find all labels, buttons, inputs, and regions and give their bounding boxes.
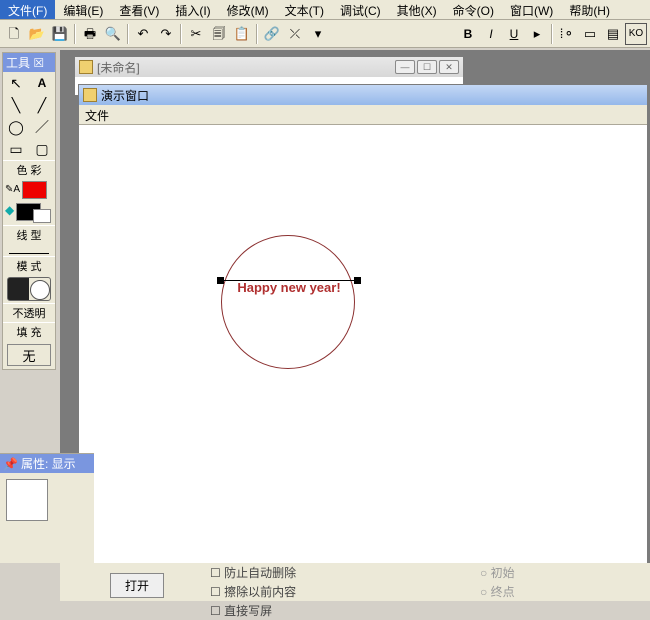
properties-panel: 📌 属性: 显示 [0, 453, 94, 563]
color-section-label: 色 彩 [3, 160, 55, 179]
drawn-circle[interactable] [221, 235, 355, 369]
demo-window-icon [83, 88, 97, 102]
open-file-icon[interactable]: 📂 [26, 23, 48, 45]
line-style-sample[interactable] [9, 246, 49, 254]
underline-icon[interactable]: U [503, 23, 525, 45]
print-preview-icon[interactable]: 🔍 [102, 23, 124, 45]
menu-help[interactable]: 帮助(H) [561, 0, 618, 19]
menu-modify[interactable]: 修改(M) [219, 0, 277, 19]
close-button[interactable]: ✕ [439, 60, 459, 74]
radio-start[interactable]: ○ 初始 [480, 563, 515, 582]
check-erase-before[interactable]: ☐ 擦除以前内容 [210, 582, 296, 601]
menu-insert[interactable]: 插入(I) [167, 0, 218, 19]
roundrect-tool-icon[interactable]: ▢ [29, 138, 55, 160]
menu-other[interactable]: 其他(X) [389, 0, 445, 19]
diag-tool-icon[interactable]: ／ [29, 116, 55, 138]
main-toolbar: 🗋 📂 💾 🖶 🔍 ↶ ↷ ✂ 🗐 📋 🔗 ⤫ ▾ B I U ▸ ⁞⚬ ▭ ▤… [0, 20, 650, 48]
menu-text[interactable]: 文本(T) [277, 0, 332, 19]
check-prevent-autodelete[interactable]: ☐ 防止自动删除 [210, 563, 296, 582]
demo-window-title: 演示窗口 [101, 87, 149, 104]
ellipse-tool-icon[interactable]: ◯ [3, 116, 29, 138]
copy-icon[interactable]: 🗐 [208, 23, 230, 45]
pin-icon[interactable]: 📌 [3, 457, 18, 471]
canvas-text[interactable]: Happy new year! [219, 277, 359, 297]
play-icon[interactable]: ▸ [526, 23, 548, 45]
maximize-button[interactable]: ☐ [417, 60, 437, 74]
bold-icon[interactable]: B [457, 23, 479, 45]
palette-titlebar: 工具 ☒ [3, 53, 55, 72]
demo-window[interactable]: 演示窗口 文件 Happy new year! [78, 84, 648, 584]
menu-edit[interactable]: 编辑(E) [55, 0, 111, 19]
menu-window[interactable]: 窗口(W) [502, 0, 561, 19]
bg-color-swatch2[interactable] [33, 209, 51, 223]
paste-icon[interactable]: 📋 [231, 23, 253, 45]
line2-tool-icon[interactable]: ╱ [29, 94, 55, 116]
menu-view[interactable]: 查看(V) [111, 0, 167, 19]
save-icon[interactable]: 💾 [49, 23, 71, 45]
doc-window-icon [79, 60, 93, 74]
demo-menu-file[interactable]: 文件 [85, 109, 109, 123]
main-menu-bar: 文件(F) 编辑(E) 查看(V) 插入(I) 修改(M) 文本(T) 调试(C… [0, 0, 650, 20]
opacity-mode-icon[interactable] [7, 277, 51, 301]
tool-palette: 工具 ☒ ↖ A ╲ ╱ ◯ ／ ▭ ▢ 色 彩 ✎A ◆ 线 型 模 式 不透… [2, 52, 56, 370]
undo-icon[interactable]: ↶ [132, 23, 154, 45]
bottom-controls: 打开 ☐ 防止自动删除 ☐ 擦除以前内容 ☐ 直接写屏 ○ 初始 ○ 终点 [60, 563, 650, 601]
radio-end[interactable]: ○ 终点 [480, 582, 515, 601]
line-tool-icon[interactable]: ╲ [3, 94, 29, 116]
doc-window-title: [未命名] [97, 59, 140, 76]
menu-cmd[interactable]: 命令(O) [445, 0, 502, 19]
preview-thumbnail [6, 479, 48, 521]
properties-title: 属性: 显示 [21, 455, 76, 472]
unlink-icon[interactable]: ⤫ [284, 23, 306, 45]
box2-icon[interactable]: ▤ [602, 23, 624, 45]
check-direct-screen[interactable]: ☐ 直接写屏 [210, 601, 296, 620]
rect-tool-icon[interactable]: ▭ [3, 138, 29, 160]
drawing-canvas[interactable]: Happy new year! [79, 125, 647, 583]
dropdown-icon[interactable]: ▾ [307, 23, 329, 45]
italic-icon[interactable]: I [480, 23, 502, 45]
pen-a-icon: ✎A [5, 181, 20, 199]
menu-file[interactable]: 文件(F) [0, 0, 55, 19]
cut-icon[interactable]: ✂ [185, 23, 207, 45]
text-tool-icon[interactable]: A [29, 72, 55, 94]
demo-menubar: 文件 [79, 105, 647, 125]
opacity-label: 不透明 [3, 303, 55, 322]
fg-color-swatch[interactable] [22, 181, 47, 199]
open-button[interactable]: 打开 [110, 573, 164, 598]
pointer-tool-icon[interactable]: ↖ [3, 72, 29, 94]
minimize-button[interactable]: — [395, 60, 415, 74]
mode-section-label: 模 式 [3, 256, 55, 275]
line-section-label: 线 型 [3, 225, 55, 244]
print-icon[interactable]: 🖶 [79, 23, 101, 45]
palette-title-text: 工具 ☒ [6, 54, 44, 71]
menu-debug[interactable]: 调试(C) [332, 0, 389, 19]
box1-icon[interactable]: ▭ [579, 23, 601, 45]
new-file-icon[interactable]: 🗋 [3, 23, 25, 45]
ko-icon[interactable]: KO [625, 23, 647, 45]
settings-icon[interactable]: ⁞⚬ [556, 23, 578, 45]
fill-none-button[interactable]: 无 [7, 344, 51, 366]
mdi-client-area: [未命名] — ☐ ✕ 演示窗口 文件 Happy new year! [60, 50, 650, 601]
link-icon[interactable]: 🔗 [261, 23, 283, 45]
redo-icon[interactable]: ↷ [155, 23, 177, 45]
fill-section-label: 填 充 [3, 322, 55, 341]
